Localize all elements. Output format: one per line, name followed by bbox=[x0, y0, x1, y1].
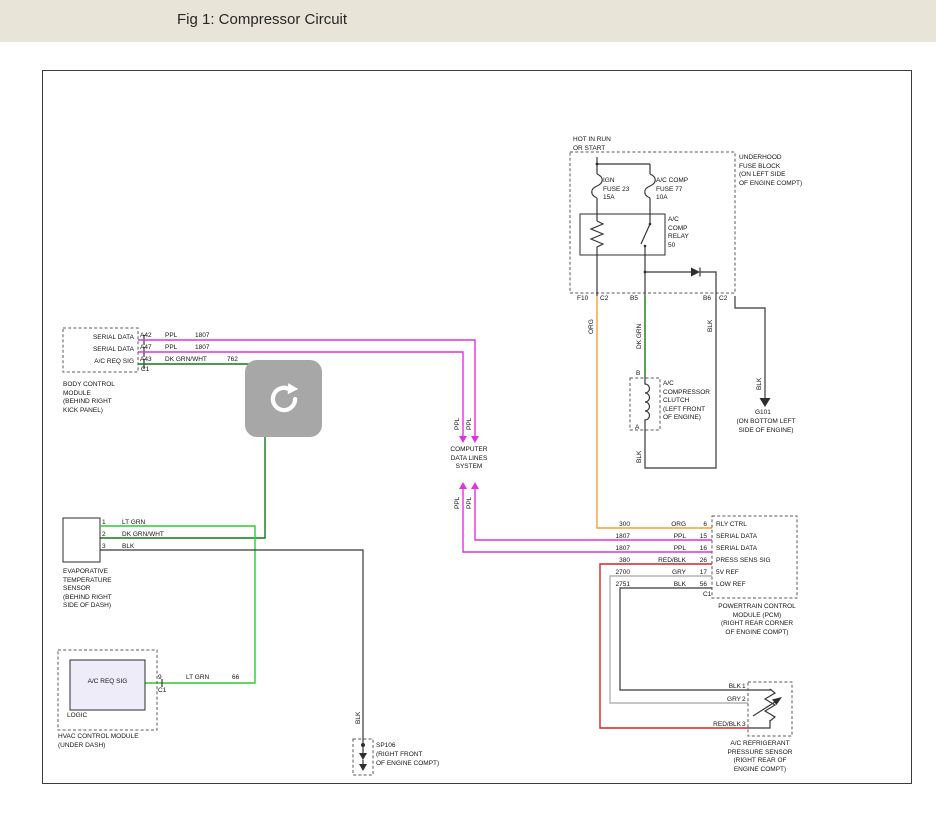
refresh-icon bbox=[266, 381, 302, 417]
pcm-pin: 26 bbox=[693, 557, 707, 566]
wire-label-ppl-up-right: PPL bbox=[466, 418, 473, 430]
bcm-caption: BODY CONTROL MODULE (BEHIND RIGHT KICK P… bbox=[63, 381, 115, 415]
hvac-signal: A/C REQ SIG bbox=[70, 678, 145, 687]
pcm-signal: 5V REF bbox=[716, 569, 739, 578]
bcm-pin: A47 bbox=[140, 344, 152, 353]
bcm-signal-row: SERIAL DATA bbox=[64, 346, 134, 355]
pcm-pin: 17 bbox=[693, 569, 707, 578]
pcm-pin: 6 bbox=[693, 521, 707, 530]
hot-feed-label: HOT IN RUN OR START bbox=[573, 136, 611, 153]
evap-caption: EVAPORATIVE TEMPERATURE SENSOR (BEHIND R… bbox=[63, 568, 112, 611]
hvac-circuit: 66 bbox=[232, 674, 239, 683]
pcm-circuit: 300 bbox=[596, 521, 630, 530]
relay-label: A/C COMP RELAY 50 bbox=[668, 216, 689, 250]
evap-pin: 2 bbox=[102, 531, 106, 540]
pcm-caption: POWERTRAIN CONTROL MODULE (PCM) (RIGHT R… bbox=[697, 603, 817, 637]
wiring-svg bbox=[0, 0, 936, 814]
wire-label-blk-b6: BLK bbox=[707, 320, 714, 332]
sensor-pin: 3 bbox=[742, 721, 746, 730]
wire-label-org: ORG bbox=[588, 319, 595, 334]
pcm-wire-color: RED/BLK bbox=[646, 557, 686, 566]
evap-pin: 3 bbox=[102, 543, 106, 552]
pcm-circuit: 2751 bbox=[596, 581, 630, 590]
pcm-wire-color: BLK bbox=[646, 581, 686, 590]
evap-pin: 1 bbox=[102, 519, 106, 528]
bcm-wire-color: PPL bbox=[165, 344, 177, 353]
ac-fuse-label: A/C COMP FUSE 77 10A bbox=[656, 177, 688, 203]
g101-caption: (ON BOTTOM LEFT SIDE OF ENGINE) bbox=[729, 418, 803, 435]
sensor-caption: A/C REFRIGERANT PRESSURE SENSOR (RIGHT R… bbox=[708, 740, 812, 774]
bcm-circuit: 1807 bbox=[195, 332, 209, 341]
data-lines-caption: COMPUTER DATA LINES SYSTEM bbox=[437, 446, 501, 472]
wire-label-blk-clutch: BLK bbox=[636, 451, 643, 463]
pcm-signal: SERIAL DATA bbox=[716, 533, 757, 542]
bcm-pin: A43 bbox=[140, 356, 152, 365]
clutch-caption: A/C COMPRESSOR CLUTCH (LEFT FRONT OF ENG… bbox=[663, 380, 710, 423]
hvac-caption: HVAC CONTROL MODULE (UNDER DASH) bbox=[58, 733, 139, 750]
splice-dot bbox=[361, 743, 365, 747]
pcm-circuit: 2700 bbox=[596, 569, 630, 578]
loading-overlay bbox=[245, 360, 322, 437]
bcm-signal-row: A/C REQ SIG bbox=[64, 358, 134, 367]
g101-name: G101 bbox=[755, 409, 771, 418]
wire-label-blk-splice: BLK bbox=[355, 712, 362, 724]
splice-caption: (RIGHT FRONT OF ENGINE COMPT) bbox=[376, 751, 439, 768]
pcm-pin: 56 bbox=[693, 581, 707, 590]
wire-label-ppl-dn-left: PPL bbox=[454, 497, 461, 509]
wire-label-ppl-up-left: PPL bbox=[454, 418, 461, 430]
cavity-b5: B5 bbox=[630, 295, 638, 304]
pcm-signal: SERIAL DATA bbox=[716, 545, 757, 554]
pcm-pin: 15 bbox=[693, 533, 707, 542]
wire-label-dk-grn: DK GRN bbox=[636, 324, 643, 349]
wire-label-ppl-dn-right: PPL bbox=[466, 497, 473, 509]
connector-c2-right: C2 bbox=[719, 295, 727, 304]
ign-fuse-label: IGN FUSE 23 15A bbox=[603, 177, 629, 203]
pcm-signal: RLY CTRL bbox=[716, 521, 747, 530]
hvac-connector: C1 bbox=[158, 687, 166, 696]
bcm-circuit: 1807 bbox=[195, 344, 209, 353]
pcm-circuit: 380 bbox=[596, 557, 630, 566]
hvac-wire-color: LT GRN bbox=[186, 674, 209, 683]
pcm-signal: LOW REF bbox=[716, 581, 746, 590]
pcm-wire-color: ORG bbox=[646, 521, 686, 530]
cavity-b6: B6 bbox=[703, 295, 711, 304]
bcm-wire-color: PPL bbox=[165, 332, 177, 341]
splice-name: SP106 bbox=[376, 742, 396, 751]
cavity-f10: F10 bbox=[577, 295, 588, 304]
sensor-wire-color: BLK bbox=[703, 683, 741, 692]
bcm-pin: A42 bbox=[140, 332, 152, 341]
fuse-block-caption: UNDERHOOD FUSE BLOCK (ON LEFT SIDE OF EN… bbox=[739, 154, 802, 188]
pcm-pin: 16 bbox=[693, 545, 707, 554]
bcm-signal-row: SERIAL DATA bbox=[64, 334, 134, 343]
pcm-circuit: 1807 bbox=[596, 545, 630, 554]
evap-wire-color: DK GRN/WHT bbox=[122, 531, 164, 540]
bcm-wire-color: DK GRN/WHT bbox=[165, 356, 207, 365]
connector-c2-left: C2 bbox=[600, 295, 608, 304]
sensor-wire-color: GRY bbox=[703, 696, 741, 705]
pcm-circuit: 1807 bbox=[596, 533, 630, 542]
wire-label-blk-g101: BLK bbox=[756, 378, 763, 390]
sensor-pin: 1 bbox=[742, 683, 746, 692]
clutch-pin-b: B bbox=[636, 370, 640, 379]
pcm-wire-color: PPL bbox=[646, 533, 686, 542]
evap-wire-color: BLK bbox=[122, 543, 134, 552]
pcm-wire-color: GRY bbox=[646, 569, 686, 578]
bcm-circuit: 762 bbox=[227, 356, 238, 365]
hvac-pin: 9 bbox=[158, 674, 162, 683]
pcm-connector: C1 bbox=[703, 591, 711, 600]
clutch-pin-a: A bbox=[635, 424, 639, 433]
sensor-wire-color: RED/BLK bbox=[703, 721, 741, 730]
hvac-logic-label: LOGIC bbox=[67, 712, 87, 721]
pcm-wire-color: PPL bbox=[646, 545, 686, 554]
pcm-signal: PRESS SENS SIG bbox=[716, 557, 771, 566]
bcm-connector: C1 bbox=[141, 366, 149, 375]
sensor-pin: 2 bbox=[742, 696, 746, 705]
evap-wire-color: LT GRN bbox=[122, 519, 145, 528]
